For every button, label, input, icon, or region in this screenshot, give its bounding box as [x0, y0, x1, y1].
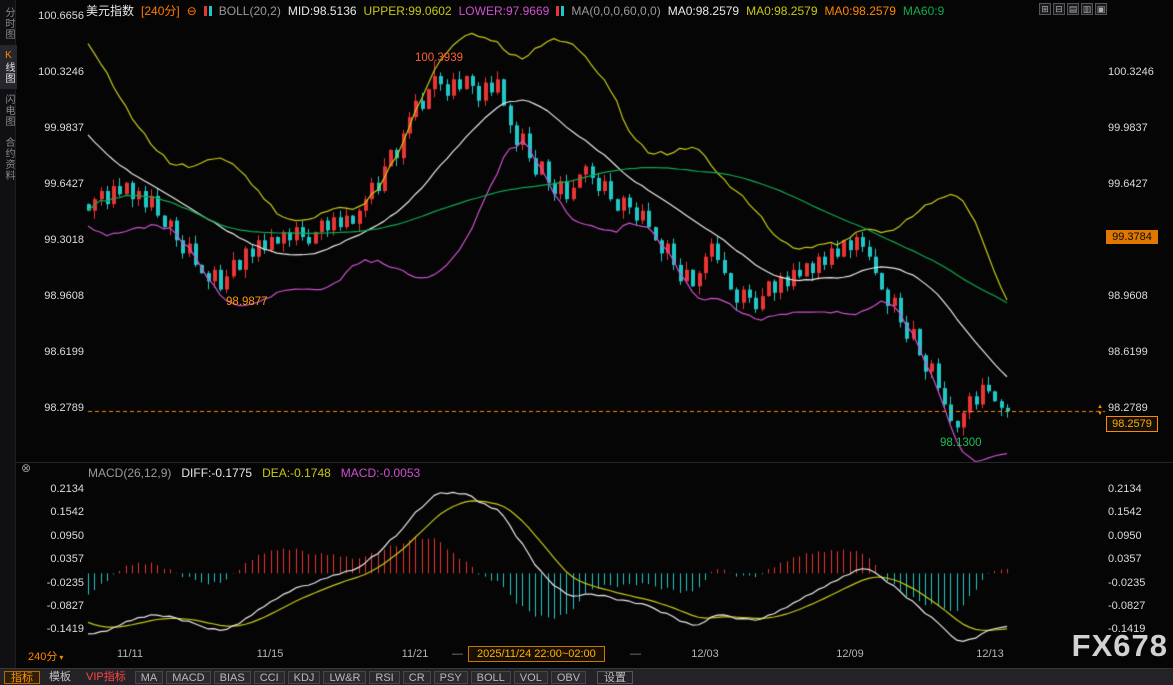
interval-selector[interactable]: 240分▾ [28, 648, 63, 664]
boll-mid-value: MID:98.5136 [288, 4, 357, 18]
toolbar-tab-templates[interactable]: 模板 [43, 671, 77, 684]
macd-dea-value: DEA:-0.1748 [262, 466, 331, 480]
indicator-tab-cr[interactable]: CR [403, 671, 431, 684]
macd-axis-label-right: -0.0827 [1108, 599, 1172, 613]
indicator-tab-bias[interactable]: BIAS [214, 671, 251, 684]
toolbar-tab-indicators[interactable]: 指标 [4, 671, 40, 684]
interval-selector-label: 240分 [28, 651, 57, 663]
horizontal-split-icon[interactable]: ⊟ [1053, 3, 1065, 15]
ma2-value: MA0:98.2579 [746, 4, 817, 18]
last-price-badge: 98.2579 [1106, 416, 1158, 432]
ma1-value: MA0:98.2579 [668, 4, 739, 18]
symbol-title: 美元指数 [86, 2, 134, 19]
candles-icon [556, 6, 564, 16]
macd-collapse-icon[interactable]: ⊗ [21, 461, 31, 475]
low-price-annotation-1: 98.9877 [226, 296, 268, 308]
dropdown-arrow-icon: ▾ [59, 653, 63, 662]
ma60-value: MA60:9 [903, 4, 944, 18]
bottom-toolbar: 指标模板VIP指标MAMACD BIASCCIKDJLW&RRSI CRPSYBOL… [0, 668, 1173, 685]
settings-button[interactable]: 设置 [597, 671, 633, 684]
indicator-tab-obv[interactable]: OBV [551, 671, 586, 684]
chart-header: 美元指数 [240分] ⊖ BOLL(20,2) MID:98.5136 UPP… [86, 2, 944, 19]
candlestick-chart[interactable] [0, 0, 1173, 685]
macd-axis-label-right: -0.1419 [1108, 622, 1172, 636]
low-price-annotation-2: 98.1300 [940, 437, 982, 449]
price-up-arrow-icon: ▲ [1097, 404, 1103, 410]
toolbar-tab-vip-indicators[interactable]: VIP指标 [80, 671, 132, 684]
range-dash-right: — [630, 648, 641, 660]
sidebar-tab-lightning-chart[interactable]: 闪电图 [0, 89, 17, 132]
macd-axis-label-right: 0.1542 [1108, 505, 1172, 519]
date-label: 12/03 [677, 648, 733, 660]
boll-upper-value: UPPER:99.0602 [364, 4, 452, 18]
indicator-tab-vol[interactable]: VOL [514, 671, 548, 684]
date-label: 12/13 [962, 648, 1018, 660]
ma-params-label: MA(0,0,0,60,0,0) [571, 4, 660, 18]
indicator-tab-cci[interactable]: CCI [254, 671, 285, 684]
window-layout-icons: ⊞⊟▤▥▣ [1039, 3, 1107, 15]
price-axis-label-right: 98.2789 [1108, 401, 1172, 415]
time-axis: 240分▾ — 2025/11/24 22:00~02:00 — 11/11 11… [16, 646, 1173, 666]
macd-axis-label-right: 0.0357 [1108, 552, 1172, 566]
date-label: 12/09 [822, 648, 878, 660]
macd-axis-label-right: 0.0950 [1108, 529, 1172, 543]
macd-diff-value: DIFF:-0.1775 [181, 466, 252, 480]
pane-divider [16, 462, 1173, 463]
quad-layout-icon[interactable]: ⊞ [1039, 3, 1051, 15]
sidebar-tab-contract-info[interactable]: 合约资料 [0, 132, 17, 186]
indicator-tab-kdj[interactable]: KDJ [288, 671, 321, 684]
indicator-tab-rsi[interactable]: RSI [369, 671, 399, 684]
candles-icon [204, 6, 212, 16]
boll-lower-value: LOWER:97.9669 [459, 4, 550, 18]
indicator-tab-psy[interactable]: PSY [434, 671, 468, 684]
price-down-arrow-icon: ▼ [1097, 411, 1103, 417]
price-axis-label-right: 98.6199 [1108, 345, 1172, 359]
range-dash-left: — [452, 648, 463, 660]
interval-tag[interactable]: [240分] [141, 2, 180, 19]
indicator-tab-macd[interactable]: MACD [166, 671, 210, 684]
ma3-value: MA0:98.2579 [825, 4, 896, 18]
price-axis-label-right: 100.3246 [1108, 65, 1172, 79]
boll-params-label: BOLL(20,2) [219, 4, 281, 18]
price-axis-label-right: 98.9608 [1108, 289, 1172, 303]
indicator-tab-lwr[interactable]: LW&R [323, 671, 366, 684]
date-label: 11/21 [387, 648, 443, 660]
peak-price-annotation: 100.3939 [402, 52, 476, 64]
indicator-tab-ma[interactable]: MA [135, 671, 164, 684]
indicator-tab-boll[interactable]: BOLL [471, 671, 511, 684]
macd-axis-label-right: -0.0235 [1108, 576, 1172, 590]
price-axis-label-right: 99.9837 [1108, 121, 1172, 135]
single-layout-icon[interactable]: ▣ [1095, 3, 1107, 15]
date-label: 11/11 [102, 648, 158, 660]
price-axis-label-right: 99.6427 [1108, 177, 1172, 191]
chart-type-sidebar: 分时图K线图闪电图合约资料 [0, 0, 16, 685]
sidebar-tab-kline-chart[interactable]: K线图 [0, 45, 17, 89]
column-layout-icon[interactable]: ▥ [1081, 3, 1093, 15]
list-layout-icon[interactable]: ▤ [1067, 3, 1079, 15]
sidebar-tab-time-chart[interactable]: 分时图 [0, 2, 17, 45]
macd-params-label: MACD(26,12,9) [88, 466, 171, 480]
minus-circle-icon[interactable]: ⊖ [187, 4, 197, 18]
upper-band-price-badge: 99.3784 [1106, 230, 1158, 244]
highlighted-time-range: 2025/11/24 22:00~02:00 [468, 646, 605, 662]
macd-macd-value: MACD:-0.0053 [341, 466, 420, 480]
macd-axis-label-right: 0.2134 [1108, 482, 1172, 496]
date-label: 11/15 [242, 648, 298, 660]
macd-header: MACD(26,12,9) DIFF:-0.1775 DEA:-0.1748 M… [88, 466, 420, 480]
